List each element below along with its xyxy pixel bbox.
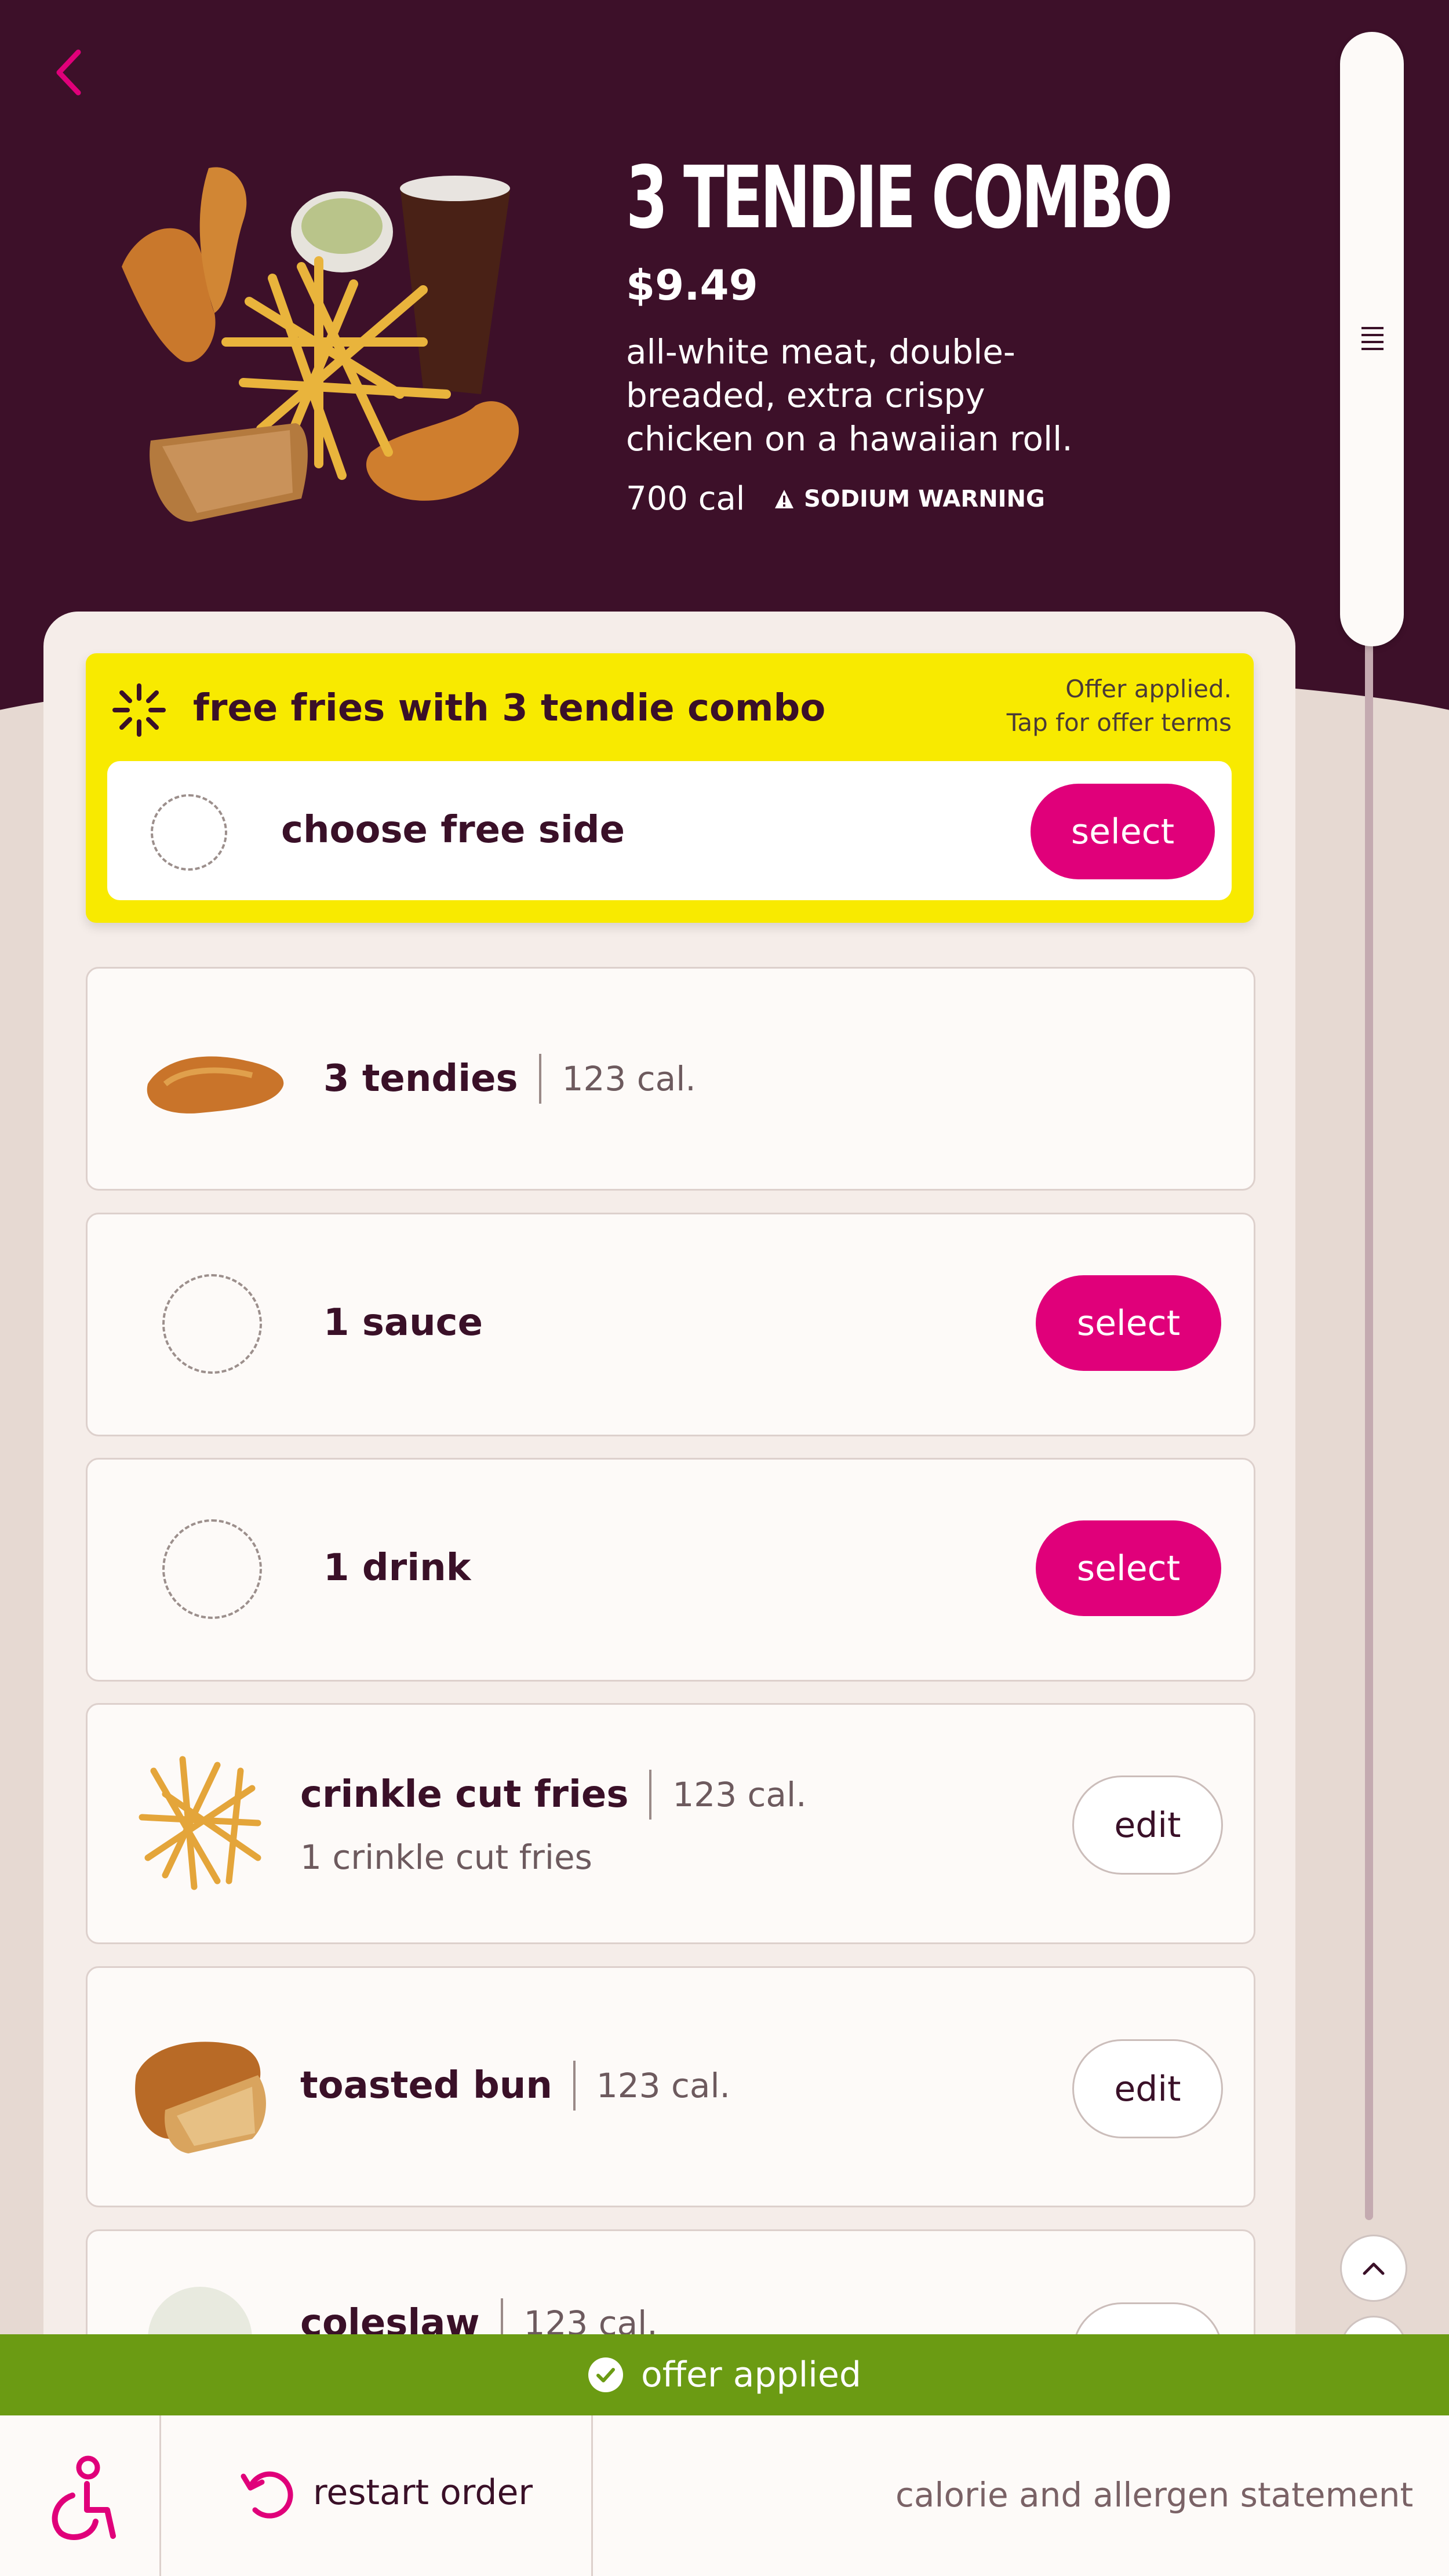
tendies-row: 3 tendies 123 cal. xyxy=(323,1054,696,1104)
footer-divider xyxy=(159,2415,161,2576)
divider xyxy=(573,2061,576,2111)
free-side-select-button[interactable]: select xyxy=(1031,784,1215,879)
item-calories: 123 cal. xyxy=(562,1059,696,1098)
drink-select-button[interactable]: select xyxy=(1036,1520,1221,1616)
calorie-allergen-link[interactable]: calorie and allergen statement xyxy=(895,2475,1413,2515)
bun-row: toasted bun 123 cal. xyxy=(300,2061,730,2111)
combo-product-image xyxy=(122,167,519,522)
restart-order-label: restart order xyxy=(313,2472,533,2513)
back-button[interactable] xyxy=(46,41,93,104)
sauce-placeholder-icon xyxy=(162,1274,262,1374)
product-title: 3 TENDIE COMBO xyxy=(626,148,1173,248)
fries-edit-button[interactable]: edit xyxy=(1072,1775,1223,1875)
fries-row: crinkle cut fries 123 cal. xyxy=(300,1770,807,1820)
free-side-placeholder-icon xyxy=(151,794,227,871)
bun-edit-button[interactable]: edit xyxy=(1072,2039,1223,2138)
chevron-left-icon xyxy=(56,49,81,96)
product-price: $9.49 xyxy=(626,261,758,310)
offer-terms-note: Tap for offer terms xyxy=(1006,708,1232,737)
tendies-image xyxy=(147,1056,284,1114)
item-calories: 123 cal. xyxy=(596,2066,730,2105)
sodium-warning-icon xyxy=(775,490,793,508)
promo-title: free fries with 3 tendie combo xyxy=(193,687,826,730)
restart-order-button[interactable]: restart order xyxy=(238,2464,533,2522)
divider xyxy=(538,1054,541,1104)
scrollbar-track[interactable] xyxy=(1365,632,1373,2220)
offer-applied-bar: offer applied xyxy=(0,2334,1449,2415)
footer-divider xyxy=(591,2415,593,2576)
scroll-up-button[interactable] xyxy=(1340,2235,1407,2302)
offer-terms-link[interactable]: Offer applied. Tap for offer terms xyxy=(927,672,1232,740)
check-circle-icon xyxy=(588,2357,623,2392)
offer-applied-note: Offer applied. xyxy=(1065,675,1232,703)
item-name: 1 drink xyxy=(323,1547,471,1589)
fries-image xyxy=(139,1756,261,1890)
sparkle-icon xyxy=(112,683,166,737)
accessibility-icon[interactable] xyxy=(41,2455,122,2542)
offer-applied-label: offer applied xyxy=(641,2355,861,2395)
free-side-label: choose free side xyxy=(281,809,625,852)
item-calories: 123 cal. xyxy=(672,1775,807,1814)
restart-icon xyxy=(241,2471,293,2519)
bun-image xyxy=(135,2042,266,2153)
chevron-up-icon xyxy=(1363,2262,1385,2275)
sodium-warning: SODIUM WARNING xyxy=(774,486,1045,512)
item-name: crinkle cut fries xyxy=(300,1773,629,1816)
item-name: toasted bun xyxy=(300,2064,552,2107)
sodium-warning-label: SODIUM WARNING xyxy=(804,486,1045,512)
item-name: 3 tendies xyxy=(323,1057,518,1100)
divider xyxy=(649,1770,652,1820)
drink-placeholder-icon xyxy=(162,1519,262,1619)
product-calories: 700 cal xyxy=(626,480,745,518)
grip-lines-icon xyxy=(1361,327,1384,350)
sauce-select-button[interactable]: select xyxy=(1036,1275,1221,1371)
item-name: 1 sauce xyxy=(323,1301,483,1344)
product-description: all-white meat, double-breaded, extra cr… xyxy=(626,332,1073,459)
item-detail: 1 crinkle cut fries xyxy=(300,1838,592,1877)
